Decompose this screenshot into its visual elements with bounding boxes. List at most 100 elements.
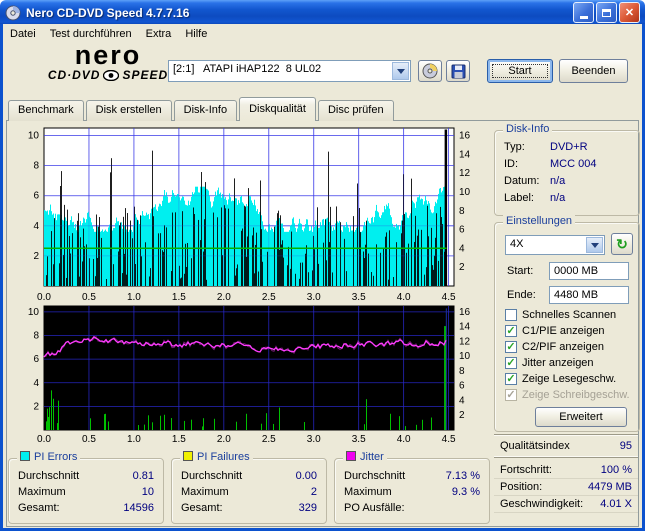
svg-text:4: 4 [33,221,39,232]
minimize-button[interactable] [573,2,594,23]
svg-text:4.0: 4.0 [397,434,411,445]
quality-graphs: 10 8 6 4 2 16 14 12 10 8 6 4 2 0.0 0.5 1.0 1.5 2.0 2.5 3.0 3… [28,127,471,445]
info-label: Label: [504,192,534,204]
stat-label: Durchschnitt [18,470,80,482]
drive-dropdown-arrow[interactable] [392,62,409,80]
checkbox-lesegeschw[interactable]: ✓ Zeige Lesegeschw. [505,373,616,385]
pi-errors-box-title: PI Errors [17,451,81,463]
quit-button-label: Beenden [571,65,616,77]
svg-text:10: 10 [28,307,40,318]
svg-text:0.5: 0.5 [82,434,96,445]
progress-label: Fortschritt: [500,464,552,476]
end-position-field[interactable] [549,286,629,304]
checkbox-label: C2/PIF anzeigen [522,341,604,353]
tab-disc-pruefen[interactable]: Disc prüfen [317,100,394,121]
start-position-field[interactable] [549,262,629,280]
pi-errors-swatch [20,451,30,461]
progress-value: 4479 MB [587,481,632,493]
title-bar[interactable]: Nero CD-DVD Speed 4.7.7.16 ✕ [0,0,645,25]
svg-text:0.5: 0.5 [82,292,96,303]
svg-text:2: 2 [459,262,465,273]
checkbox-jitter[interactable]: ✓ Jitter anzeigen [505,357,594,369]
disc-button[interactable] [418,60,442,82]
stat-label: Durchschnitt [181,470,243,482]
svg-text:12: 12 [459,336,471,347]
svg-text:4.5: 4.5 [442,292,456,303]
svg-text:0.0: 0.0 [37,292,51,303]
pi-errors-box: PI Errors Durchschnitt 0.81 Maximum 10 Ges… [8,451,164,524]
disk-info-row-label: Label: n/a [504,192,630,206]
checkbox-icon: ✓ [505,389,517,401]
close-button[interactable]: ✕ [619,2,640,23]
drive-selector[interactable]: [2:1] ATAPI iHAP122 8 UL02 [168,60,411,82]
checkbox-icon [505,309,517,321]
speed-dropdown-arrow[interactable] [586,237,603,253]
close-icon: ✕ [624,7,635,19]
checkbox-schreibgeschw: ✓ Zeige Schreibgeschw. [505,389,630,401]
svg-text:2: 2 [33,401,39,412]
stat-value: 10 [141,486,154,498]
stat-value: 329 [298,502,317,514]
jitter-box: Jitter Durchschnitt 7.13 % Maximum 9.3 % P… [334,451,490,524]
tab-disk-erstellen[interactable]: Disk erstellen [85,100,172,121]
minimize-icon [579,15,588,19]
menu-item-extra[interactable]: Extra [139,26,179,42]
disk-info-row-datum: Datum: n/a [504,175,630,189]
stat-label: Maximum [18,486,66,498]
jitter-swatch [346,451,356,461]
disk-info-row-typ: Typ: DVD+R [504,141,630,155]
svg-text:6: 6 [459,225,465,236]
progress-row-fortschritt: Fortschritt: 100 % [494,462,638,479]
svg-text:16: 16 [459,131,471,142]
svg-text:8: 8 [459,366,465,377]
svg-text:4: 4 [33,378,39,389]
tab-disk-info[interactable]: Disk-Info [173,100,238,121]
svg-text:4.0: 4.0 [397,292,411,303]
menu-item-datei[interactable]: Datei [3,26,43,42]
quit-button[interactable]: Beenden [559,59,628,83]
svg-text:4.5: 4.5 [442,434,456,445]
scan-speed-selector[interactable]: 4X [505,235,605,255]
menu-item-hilfe[interactable]: Hilfe [178,26,214,42]
svg-text:2: 2 [33,251,39,262]
stat-value: 7.13 % [445,470,480,482]
svg-text:6: 6 [33,191,39,202]
progress-row-geschwindigkeit: Geschwindigkeit: 4.01 X [494,496,638,513]
maximize-icon [602,8,611,17]
checkbox-label: C1/PIE anzeigen [522,325,605,337]
svg-text:1.5: 1.5 [172,434,186,445]
settings-group: Einstellungen 4X ↻ Start: Ende: Schnelle… [494,215,640,432]
settings-group-title: Einstellungen [503,215,576,227]
floppy-icon [451,64,465,78]
advanced-button[interactable]: Erweitert [535,407,627,427]
save-button[interactable] [446,60,470,82]
maximize-button[interactable] [596,2,617,23]
svg-text:10: 10 [28,131,40,142]
checkbox-icon: ✓ [505,357,517,369]
progress-value: 100 % [600,464,632,476]
refresh-speed-button[interactable]: ↻ [611,233,633,255]
checkbox-c2-pif[interactable]: ✓ C2/PIF anzeigen [505,341,604,353]
info-label: ID: [504,158,519,170]
checkbox-label: Jitter anzeigen [522,357,594,369]
stat-value: 0.81 [132,470,154,482]
svg-text:1.0: 1.0 [127,292,141,303]
svg-text:3.0: 3.0 [307,292,321,303]
svg-text:16: 16 [459,307,471,318]
svg-text:0.0: 0.0 [37,434,51,445]
checkbox-c1-pie[interactable]: ✓ C1/PIE anzeigen [505,325,605,337]
svg-text:10: 10 [459,351,471,362]
svg-text:12: 12 [459,168,471,179]
tab-benchmark[interactable]: Benchmark [8,100,84,121]
nero-sub-right: SPEED [122,68,169,82]
stat-label: Maximum [344,486,392,498]
start-button[interactable]: Start [487,59,553,83]
disk-info-group: Disk-Info Typ: DVD+R ID: MCC 004 Datum: … [494,123,640,216]
info-value: MCC 004 [550,158,597,170]
checkbox-schnelles-scannen[interactable]: Schnelles Scannen [505,309,616,321]
info-value: DVD+R [550,141,588,153]
disk-info-group-title: Disk-Info [503,123,553,135]
checkbox-icon: ✓ [505,341,517,353]
quality-index-row: Qualitätsindex 95 [494,434,638,458]
tab-diskqualitaet[interactable]: Diskqualität [239,97,316,121]
